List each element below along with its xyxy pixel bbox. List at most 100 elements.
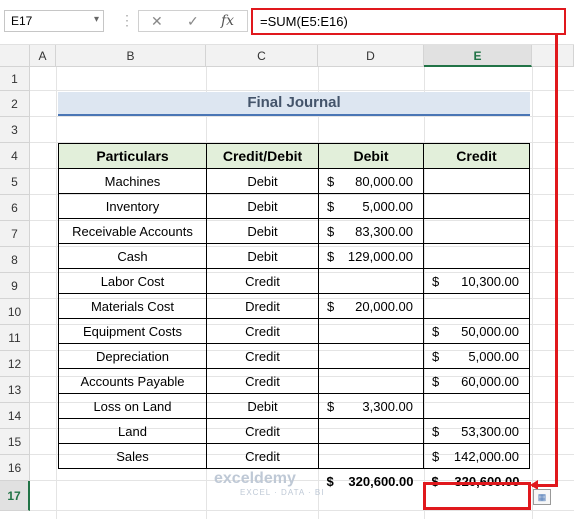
particular-cell[interactable]: Cash <box>58 243 207 269</box>
particular-cell[interactable]: Accounts Payable <box>58 368 207 394</box>
watermark-tagline: EXCEL · DATA · BI <box>240 488 325 497</box>
amount-value: 80,000.00 <box>355 174 413 189</box>
row-header-9[interactable]: 9 <box>0 273 30 299</box>
debit-cell[interactable]: $ 3,300.00 <box>318 393 424 419</box>
credit-cell[interactable] <box>423 243 530 269</box>
select-all-corner[interactable] <box>0 45 30 67</box>
row-header-10[interactable]: 10 <box>0 299 30 325</box>
name-box[interactable]: E17 ▾ <box>4 10 104 32</box>
debit-cell[interactable] <box>318 418 424 444</box>
debit-cell[interactable]: $ 80,000.00 <box>318 168 424 194</box>
type-cell[interactable]: Credit <box>206 318 319 344</box>
header-particulars[interactable]: Particulars <box>58 143 207 169</box>
debit-cell[interactable]: $ 5,000.00 <box>318 193 424 219</box>
credit-cell[interactable] <box>423 218 530 244</box>
enter-icon[interactable]: ✓ <box>187 13 199 30</box>
credit-cell[interactable] <box>423 193 530 219</box>
column-header-b[interactable]: B <box>56 45 206 67</box>
gridline <box>30 510 574 511</box>
row-header-11[interactable]: 11 <box>0 325 30 351</box>
journal-table: Particulars Credit/Debit Debit Credit Ma… <box>58 143 530 499</box>
particular-cell[interactable]: Materials Cost <box>58 293 207 319</box>
type-cell[interactable]: Credit <box>206 268 319 294</box>
total-debit-cell[interactable]: $ 320,600.00 <box>319 469 424 499</box>
amount-value: 53,300.00 <box>461 424 519 439</box>
debit-cell[interactable] <box>318 443 424 469</box>
particular-cell[interactable]: Depreciation <box>58 343 207 369</box>
table-row: Equipment Costs Credit $ 50,000.00 <box>58 318 530 344</box>
credit-cell[interactable] <box>423 168 530 194</box>
debit-cell[interactable]: $ 129,000.00 <box>318 243 424 269</box>
type-cell[interactable]: Debit <box>206 168 319 194</box>
currency-symbol: $ <box>327 399 335 414</box>
more-options-icon: ⋮ <box>120 12 135 28</box>
currency-symbol: $ <box>327 174 335 189</box>
particular-cell[interactable]: Loss on Land <box>58 393 207 419</box>
row-header-8[interactable]: 8 <box>0 247 30 273</box>
currency-symbol: $ <box>327 249 335 264</box>
insert-function-icon[interactable]: fx <box>221 13 234 29</box>
header-credit-debit[interactable]: Credit/Debit <box>206 143 319 169</box>
table-row: Receivable Accounts Debit $ 83,300.00 <box>58 218 530 244</box>
particular-cell[interactable]: Equipment Costs <box>58 318 207 344</box>
particular-cell[interactable]: Sales <box>58 443 207 469</box>
type-cell[interactable]: Credit <box>206 343 319 369</box>
totals-empty[interactable] <box>59 469 207 499</box>
particular-cell[interactable]: Labor Cost <box>58 268 207 294</box>
debit-cell[interactable]: $ 83,300.00 <box>318 218 424 244</box>
row-header-2[interactable]: 2 <box>0 91 30 117</box>
quick-analysis-icon[interactable]: ▦ <box>533 489 551 505</box>
row-header-1[interactable]: 1 <box>0 67 30 91</box>
column-header-d[interactable]: D <box>318 45 424 67</box>
column-header-c[interactable]: C <box>206 45 318 67</box>
formula-input[interactable]: =SUM(E5:E16) <box>251 8 566 35</box>
row-header-13[interactable]: 13 <box>0 377 30 403</box>
debit-cell[interactable]: $ 20,000.00 <box>318 293 424 319</box>
credit-cell[interactable]: $ 60,000.00 <box>423 368 530 394</box>
type-cell[interactable]: Dredit <box>206 293 319 319</box>
currency-symbol: $ <box>327 224 335 239</box>
type-cell[interactable]: Debit <box>206 193 319 219</box>
type-cell[interactable]: Debit <box>206 393 319 419</box>
debit-cell[interactable] <box>318 318 424 344</box>
watermark-logo: exceldemy EXCEL · DATA · BI <box>214 470 324 497</box>
type-cell[interactable]: Credit <box>206 368 319 394</box>
credit-cell[interactable]: $ 50,000.00 <box>423 318 530 344</box>
credit-cell[interactable]: $ 53,300.00 <box>423 418 530 444</box>
row-header-16[interactable]: 16 <box>0 455 30 481</box>
credit-cell[interactable]: $ 10,300.00 <box>423 268 530 294</box>
row-header-3[interactable]: 3 <box>0 117 30 143</box>
row-header-14[interactable]: 14 <box>0 403 30 429</box>
row-header-17[interactable]: 17 <box>0 481 30 511</box>
type-cell[interactable]: Credit <box>206 418 319 444</box>
row-header-6[interactable]: 6 <box>0 195 30 221</box>
row-header-12[interactable]: 12 <box>0 351 30 377</box>
header-credit[interactable]: Credit <box>423 143 530 169</box>
table-row: Cash Debit $ 129,000.00 <box>58 243 530 269</box>
watermark-brand: exceldemy <box>214 470 296 487</box>
particular-cell[interactable]: Machines <box>58 168 207 194</box>
row-header-4[interactable]: 4 <box>0 143 30 169</box>
header-debit[interactable]: Debit <box>318 143 424 169</box>
type-cell[interactable]: Debit <box>206 243 319 269</box>
debit-cell[interactable] <box>318 343 424 369</box>
formula-text: =SUM(E5:E16) <box>260 14 348 29</box>
chevron-down-icon[interactable]: ▾ <box>94 14 99 25</box>
debit-cell[interactable] <box>318 368 424 394</box>
credit-cell[interactable] <box>423 293 530 319</box>
particular-cell[interactable]: Land <box>58 418 207 444</box>
cancel-icon[interactable]: ✕ <box>151 13 163 30</box>
credit-cell[interactable]: $ 5,000.00 <box>423 343 530 369</box>
type-cell[interactable]: Debit <box>206 218 319 244</box>
particular-cell[interactable]: Receivable Accounts <box>58 218 207 244</box>
type-cell[interactable]: Credit <box>206 443 319 469</box>
row-header-7[interactable]: 7 <box>0 221 30 247</box>
credit-cell[interactable]: $ 142,000.00 <box>423 443 530 469</box>
particular-cell[interactable]: Inventory <box>58 193 207 219</box>
debit-cell[interactable] <box>318 268 424 294</box>
row-header-15[interactable]: 15 <box>0 429 30 455</box>
credit-cell[interactable] <box>423 393 530 419</box>
column-header-a[interactable]: A <box>30 45 56 67</box>
column-header-e[interactable]: E <box>424 45 532 67</box>
row-header-5[interactable]: 5 <box>0 169 30 195</box>
